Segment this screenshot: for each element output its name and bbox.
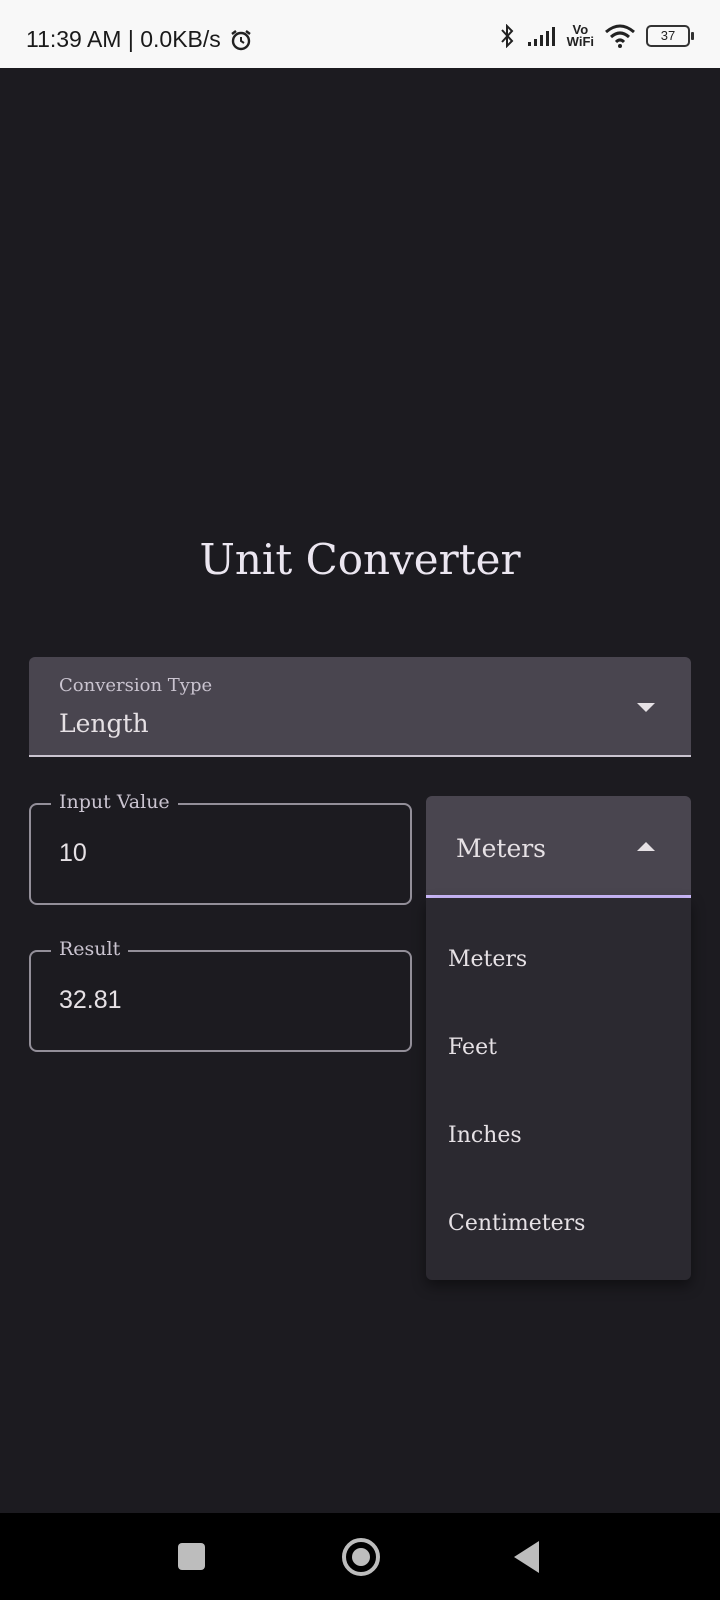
page-title: Unit Converter — [199, 535, 521, 584]
navigation-bar — [0, 1513, 720, 1600]
signal-icon — [527, 27, 555, 46]
recent-apps-button[interactable] — [178, 1543, 205, 1570]
vowifi-line2: WiFi — [566, 34, 594, 49]
conversion-type-value: Length — [59, 709, 149, 738]
vowifi-icon: Vo WiFi — [566, 23, 594, 49]
wifi-icon — [605, 24, 635, 48]
battery-level: 37 — [660, 28, 676, 43]
result-value: 32.81 — [59, 986, 122, 1014]
unit-option-centimeters[interactable]: Centimeters — [448, 1204, 678, 1244]
unit-select-value: Meters — [456, 834, 547, 863]
alarm-icon — [231, 29, 251, 50]
unit-option-inches[interactable]: Inches — [448, 1116, 678, 1156]
result-field[interactable]: Result 32.81 — [29, 938, 412, 1052]
chevron-up-icon — [637, 842, 655, 851]
chevron-down-icon — [637, 703, 655, 712]
conversion-type-label: Conversion Type — [59, 675, 213, 696]
result-label: Result — [51, 938, 129, 960]
unit-option-feet[interactable]: Feet — [448, 1028, 678, 1068]
input-value-label: Input Value — [51, 791, 178, 813]
input-value-text: 10 — [59, 839, 87, 867]
unit-select-dropdown[interactable]: Meters — [426, 796, 691, 898]
time-and-speed: 11:39 AM | 0.0KB/s — [26, 26, 221, 52]
status-right: Vo WiFi 37 — [497, 23, 694, 49]
conversion-type-dropdown[interactable]: Conversion Type Length — [29, 657, 691, 757]
input-value-field[interactable]: Input Value 10 — [29, 791, 412, 905]
unit-option-meters[interactable]: Meters — [448, 940, 678, 980]
back-button[interactable] — [514, 1541, 539, 1573]
bluetooth-icon — [500, 24, 514, 48]
home-button[interactable] — [342, 1538, 380, 1576]
status-bar: 11:39 AM | 0.0KB/s Vo WiFi 37 — [0, 0, 720, 68]
battery-icon: 37 — [646, 25, 694, 47]
unit-menu: Meters Feet Inches Centimeters — [426, 898, 691, 1280]
status-left: 11:39 AM | 0.0KB/s — [26, 26, 253, 53]
